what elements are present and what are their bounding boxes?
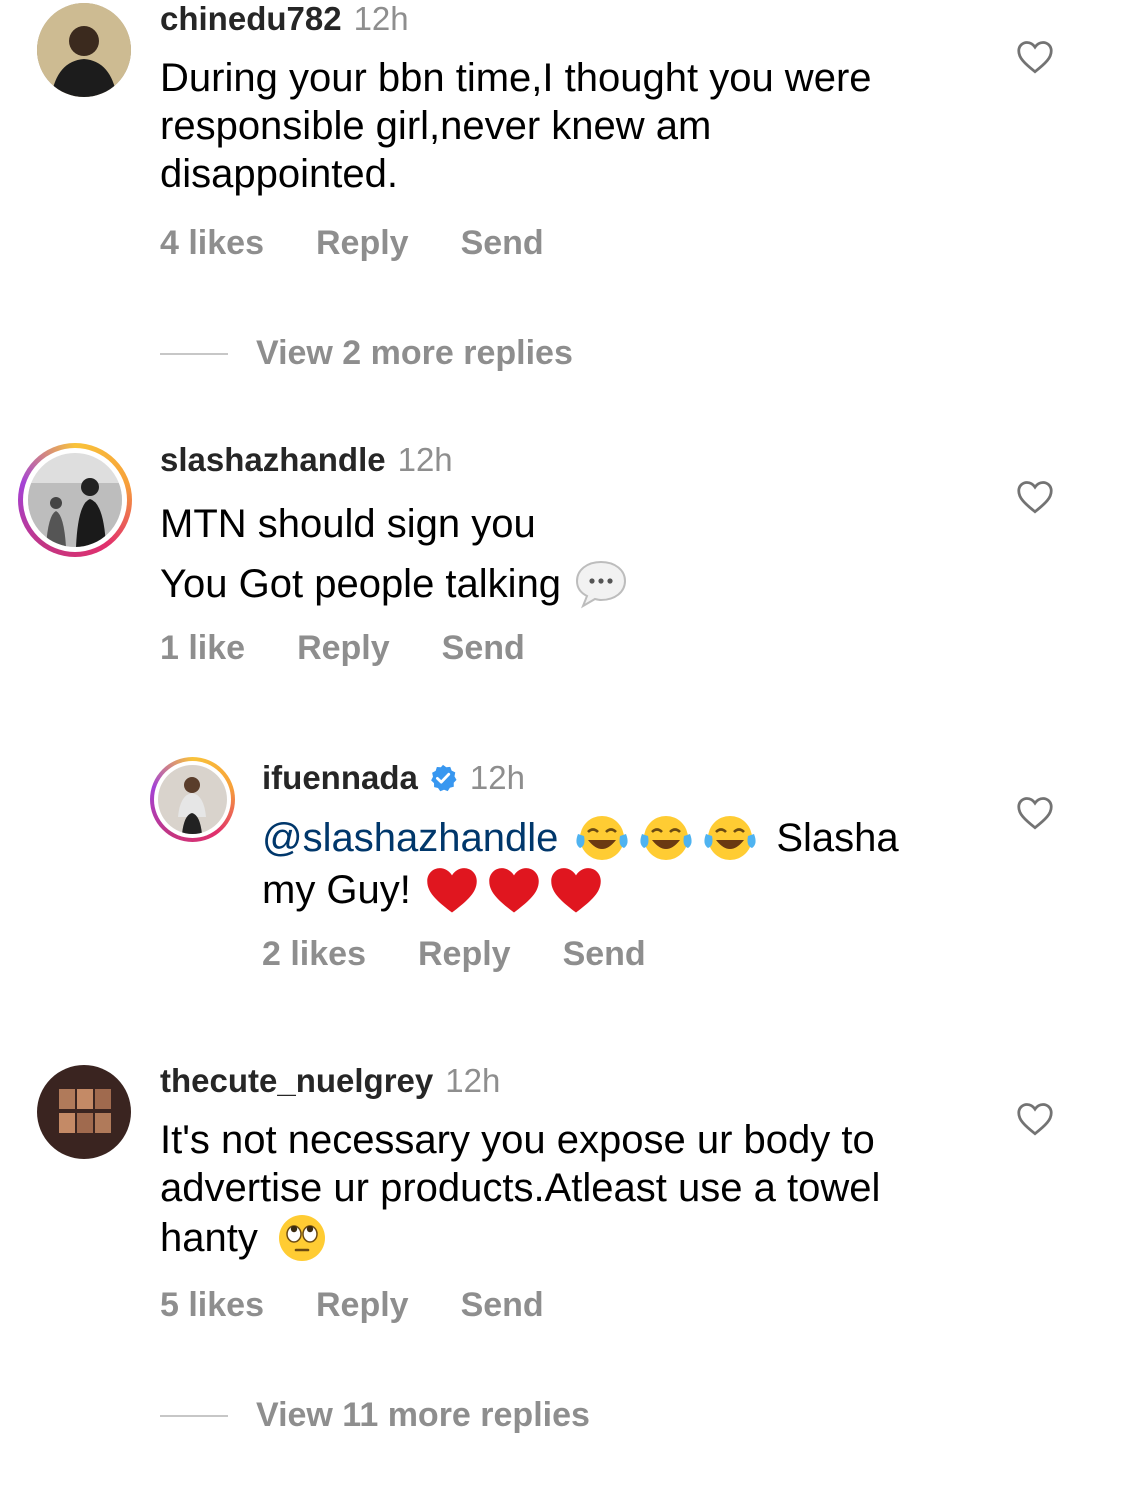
heart-outline-icon[interactable] <box>1016 40 1054 74</box>
view-more-label: View 2 more replies <box>256 334 573 372</box>
heart-outline-icon[interactable] <box>1016 796 1054 830</box>
avatar-photo <box>28 453 122 547</box>
comment-fragment: Slasha <box>776 816 899 860</box>
comment-actions: 4 likes Reply Send <box>160 224 596 263</box>
face-with-tears-of-joy-icon <box>704 816 756 860</box>
face-with-tears-of-joy-icon <box>640 816 692 860</box>
comment-line: hanty <box>160 1212 880 1264</box>
username[interactable]: chinedu782 12h <box>160 0 409 38</box>
username[interactable]: slashazhandle 12h <box>160 441 453 479</box>
verified-badge-icon <box>430 764 457 792</box>
comment-text: @slashazhandle Slasha my Guy! <box>262 812 899 916</box>
likes-count[interactable]: 1 like <box>160 629 245 668</box>
username[interactable]: thecute_nuelgrey 12h <box>160 1062 500 1100</box>
comment-line: During your bbn time,I thought you were <box>160 56 872 100</box>
send-button[interactable]: Send <box>442 629 525 668</box>
avatar[interactable] <box>37 1065 131 1159</box>
comment-line: MTN should sign you <box>160 502 536 546</box>
red-heart-icon <box>551 868 601 913</box>
username[interactable]: ifuennada 12h <box>262 759 525 797</box>
comment-actions: 5 likes Reply Send <box>160 1286 596 1325</box>
heart-outline-icon[interactable] <box>1016 480 1054 514</box>
timestamp: 12h <box>445 1062 501 1099</box>
comment-line: my Guy! <box>262 864 899 916</box>
send-button[interactable]: Send <box>461 1286 544 1325</box>
divider <box>160 1414 228 1417</box>
comment-line: It's not necessary you expose ur body to <box>160 1118 875 1162</box>
comment-actions: 1 like Reply Send <box>160 629 577 668</box>
avatar <box>158 765 227 834</box>
likes-count[interactable]: 2 likes <box>262 935 366 974</box>
view-more-label: View 11 more replies <box>256 1396 590 1434</box>
comment-text: It's not necessary you expose ur body to… <box>160 1116 880 1264</box>
reply-button[interactable]: Reply <box>418 935 511 974</box>
red-heart-icon <box>489 868 539 913</box>
send-button[interactable]: Send <box>461 224 544 263</box>
avatar-photo <box>37 1065 131 1159</box>
mention-link[interactable]: @slashazhandle <box>262 812 558 864</box>
send-button[interactable]: Send <box>563 935 646 974</box>
comment-text: MTN should sign you You Got people talki… <box>160 494 631 614</box>
comment-line: disappointed. <box>160 152 398 196</box>
comment-actions: 2 likes Reply Send <box>262 935 698 974</box>
story-ring[interactable] <box>150 757 235 842</box>
divider <box>160 352 228 355</box>
view-more-replies[interactable]: View 11 more replies <box>160 1396 590 1435</box>
reply-button[interactable]: Reply <box>316 224 409 263</box>
likes-count[interactable]: 4 likes <box>160 224 264 263</box>
avatar[interactable] <box>37 3 131 97</box>
avatar <box>28 453 122 547</box>
comment-text: During your bbn time,I thought you were … <box>160 54 872 198</box>
timestamp: 12h <box>397 441 453 478</box>
view-more-replies[interactable]: View 2 more replies <box>160 334 573 373</box>
reply-button[interactable]: Reply <box>316 1286 409 1325</box>
story-ring[interactable] <box>18 443 132 557</box>
reply-button[interactable]: Reply <box>297 629 390 668</box>
face-with-rolling-eyes-icon <box>278 1215 325 1261</box>
heart-outline-icon[interactable] <box>1016 1102 1054 1136</box>
speech-bubble-icon <box>576 560 627 609</box>
red-heart-icon <box>427 868 477 913</box>
comment-line: You Got people talking <box>160 554 631 614</box>
avatar-photo <box>158 765 227 834</box>
comment-line: advertise ur products.Atleast use a towe… <box>160 1166 881 1210</box>
avatar-photo <box>37 3 131 97</box>
comment-line: responsible girl,never knew am <box>160 104 712 148</box>
timestamp: 12h <box>353 0 409 37</box>
comment-line: @slashazhandle Slasha <box>262 812 899 864</box>
face-with-tears-of-joy-icon <box>576 816 628 860</box>
timestamp: 12h <box>469 759 525 796</box>
likes-count[interactable]: 5 likes <box>160 1286 264 1325</box>
